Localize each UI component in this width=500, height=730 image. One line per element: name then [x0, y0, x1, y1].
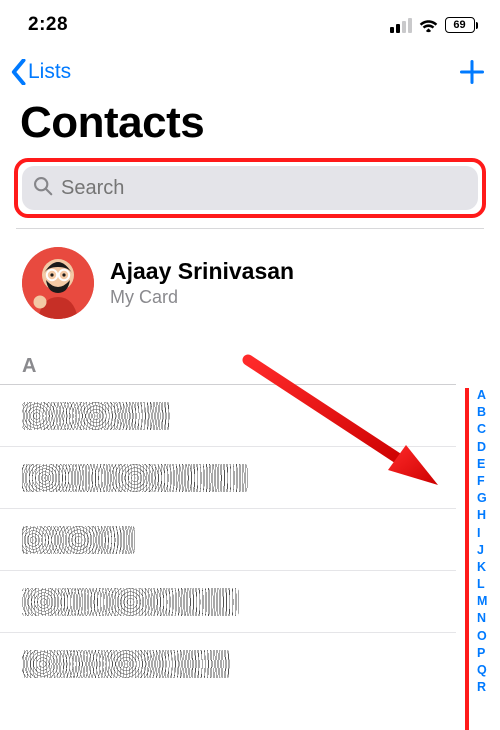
my-card-text: Ajaay Srinivasan My Card — [110, 258, 294, 308]
index-letter[interactable]: B — [477, 405, 495, 420]
index-letter[interactable]: N — [477, 611, 495, 626]
contact-row[interactable] — [0, 508, 456, 570]
index-letter[interactable]: P — [477, 646, 495, 661]
cellular-signal-icon — [390, 18, 412, 33]
annotation-search-highlight — [14, 158, 486, 218]
redacted-name — [22, 402, 170, 430]
index-letter[interactable]: M — [477, 594, 495, 609]
index-letter[interactable]: F — [477, 474, 495, 489]
contact-row[interactable] — [0, 384, 456, 446]
index-letter[interactable]: C — [477, 422, 495, 437]
nav-bar: Lists — [0, 44, 500, 94]
status-time: 2:28 — [28, 14, 68, 36]
my-card-row[interactable]: Ajaay Srinivasan My Card — [0, 237, 500, 333]
divider — [16, 228, 484, 229]
battery-icon: 69 — [445, 17, 479, 33]
index-letter[interactable]: E — [477, 457, 495, 472]
my-card-subtitle: My Card — [110, 287, 294, 308]
search-icon — [32, 175, 53, 201]
contact-list — [0, 384, 500, 694]
section-header: A — [0, 333, 500, 384]
add-contact-button[interactable] — [442, 56, 486, 88]
memoji-icon — [22, 247, 94, 319]
redacted-name — [22, 526, 135, 554]
redacted-name — [22, 464, 248, 492]
status-bar: 2:28 69 — [0, 0, 500, 44]
wifi-icon — [418, 18, 439, 33]
avatar — [22, 247, 94, 319]
index-letter[interactable]: J — [477, 543, 495, 558]
index-letter[interactable]: I — [477, 526, 495, 541]
back-button[interactable]: Lists — [10, 59, 71, 85]
back-label: Lists — [28, 60, 71, 84]
redacted-name — [22, 588, 239, 616]
redacted-name — [22, 650, 230, 678]
my-card-name: Ajaay Srinivasan — [110, 258, 294, 285]
search-input[interactable] — [61, 177, 468, 200]
search-field[interactable] — [22, 166, 478, 210]
status-icons: 69 — [390, 17, 479, 33]
index-letter[interactable]: D — [477, 440, 495, 455]
contact-row[interactable] — [0, 632, 456, 694]
section-index[interactable]: ABCDEFGHIJKLMNOPQR — [465, 388, 495, 730]
plus-icon — [458, 58, 486, 86]
index-letter[interactable]: K — [477, 560, 495, 575]
page-title: Contacts — [0, 94, 500, 158]
index-letter[interactable]: Q — [477, 663, 495, 678]
index-letter[interactable]: A — [477, 388, 495, 403]
index-letter[interactable]: L — [477, 577, 495, 592]
index-letter[interactable]: O — [477, 629, 495, 644]
contact-row[interactable] — [0, 446, 456, 508]
index-letter[interactable]: G — [477, 491, 495, 506]
chevron-left-icon — [10, 59, 28, 85]
index-letter[interactable]: H — [477, 508, 495, 523]
index-letter[interactable]: R — [477, 680, 495, 695]
contact-row[interactable] — [0, 570, 456, 632]
